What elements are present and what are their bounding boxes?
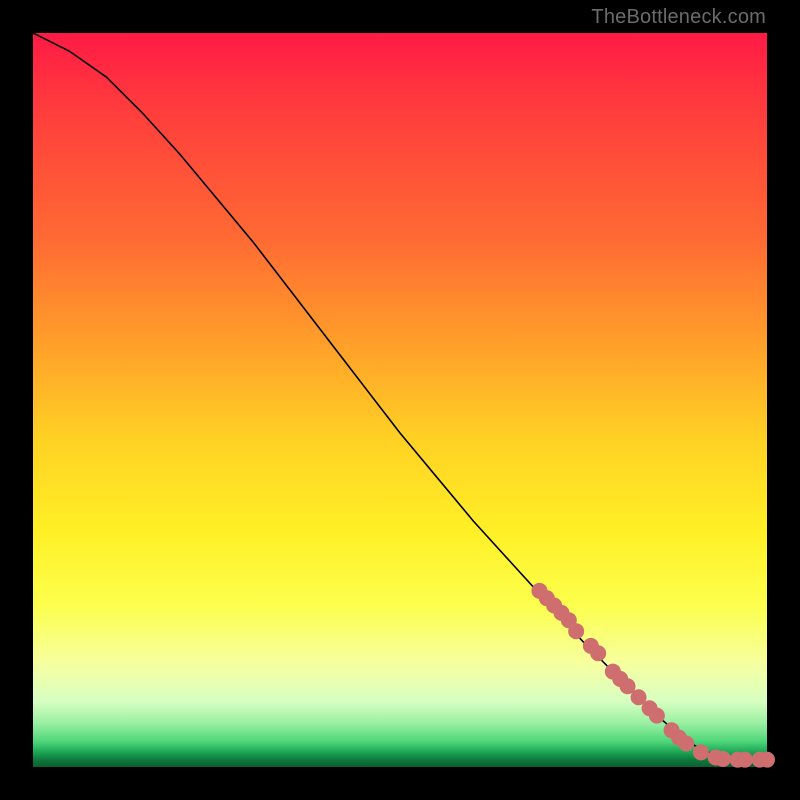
attribution-text: TheBottleneck.com (591, 6, 766, 29)
marker-point (693, 744, 709, 760)
curve-line (33, 33, 767, 760)
plot-area (33, 33, 767, 767)
marker-point (759, 752, 775, 768)
chart-frame: TheBottleneck.com (0, 0, 800, 800)
marker-point (715, 751, 731, 767)
marker-point (737, 752, 753, 768)
chart-svg (33, 33, 767, 767)
marker-point (568, 623, 584, 639)
marker-point (678, 736, 694, 752)
marker-group (531, 583, 775, 768)
marker-point (649, 708, 665, 724)
marker-point (590, 645, 606, 661)
